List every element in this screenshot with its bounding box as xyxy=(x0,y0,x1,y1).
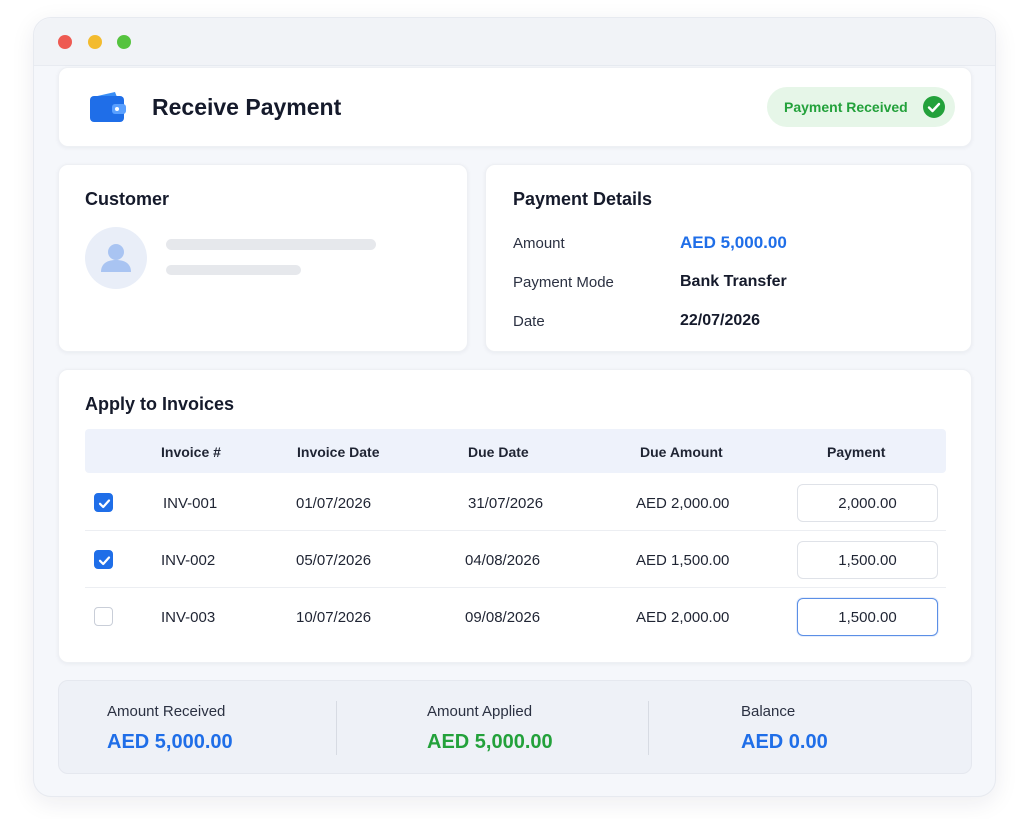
invoice-table-header: Invoice # Invoice Date Due Date Due Amou… xyxy=(85,429,946,473)
amount-value: AED 5,000.00 xyxy=(680,233,787,252)
invoice-date: 10/07/2026 xyxy=(296,609,372,626)
column-header-due-date: Due Date xyxy=(468,444,529,460)
payment-input[interactable] xyxy=(797,598,938,636)
status-badge-label: Payment Received xyxy=(784,99,908,115)
row-checkbox[interactable] xyxy=(94,607,113,626)
check-circle-icon xyxy=(923,96,945,118)
avatar xyxy=(85,227,147,289)
minimize-window-button[interactable] xyxy=(88,35,102,49)
table-row: INV-003 10/07/2026 09/08/2026 AED 2,000.… xyxy=(85,588,946,645)
maximize-window-button[interactable] xyxy=(117,35,131,49)
wallet-icon xyxy=(90,92,126,122)
payment-input[interactable] xyxy=(797,541,938,579)
payment-mode-value: Bank Transfer xyxy=(680,273,787,290)
payment-summary: Amount Received AED 5,000.00 Amount Appl… xyxy=(58,680,972,774)
apply-to-invoices-title: Apply to Invoices xyxy=(85,394,235,414)
app-window: Receive Payment Payment Received Custome… xyxy=(33,17,996,797)
table-row: INV-001 01/07/2026 31/07/2026 AED 2,000.… xyxy=(85,474,946,531)
row-checkbox[interactable] xyxy=(94,493,113,512)
date-value: 22/07/2026 xyxy=(680,312,761,329)
invoice-number: INV-003 xyxy=(161,609,216,626)
column-header-invoice: Invoice # xyxy=(161,444,221,460)
apply-to-invoices-card: Apply to Invoices Invoice # Invoice Date… xyxy=(58,369,972,663)
amount-label: Amount xyxy=(513,235,565,252)
status-badge: Payment Received xyxy=(767,87,955,127)
column-header-payment: Payment xyxy=(827,444,886,460)
divider xyxy=(336,701,337,755)
balance-label: Balance xyxy=(741,703,796,720)
close-window-button[interactable] xyxy=(58,35,72,49)
due-date: 09/08/2026 xyxy=(465,609,541,626)
invoice-date: 01/07/2026 xyxy=(296,495,372,512)
date-label: Date xyxy=(513,313,545,330)
payment-details-card: Payment Details Amount AED 5,000.00 Paym… xyxy=(485,164,972,352)
customer-detail-placeholder xyxy=(166,265,301,275)
row-checkbox[interactable] xyxy=(94,550,113,569)
table-row: INV-002 05/07/2026 04/08/2026 AED 1,500.… xyxy=(85,531,946,588)
title-bar xyxy=(34,18,995,66)
checkmark-icon xyxy=(98,499,111,509)
due-date: 31/07/2026 xyxy=(468,495,544,512)
amount-applied-label: Amount Applied xyxy=(427,703,533,720)
due-amount: AED 2,000.00 xyxy=(636,609,730,626)
column-header-invoice-date: Invoice Date xyxy=(297,444,380,460)
amount-received-value: AED 5,000.00 xyxy=(107,731,233,753)
payment-mode-label: Payment Mode xyxy=(513,274,614,291)
payment-input[interactable] xyxy=(797,484,938,522)
invoice-date: 05/07/2026 xyxy=(296,552,372,569)
checkmark-icon xyxy=(98,556,111,566)
user-icon xyxy=(101,244,131,272)
customer-card: Customer xyxy=(58,164,468,352)
divider xyxy=(648,701,649,755)
due-amount: AED 2,000.00 xyxy=(636,495,730,512)
payment-details-title: Payment Details xyxy=(513,189,653,209)
due-amount: AED 1,500.00 xyxy=(636,552,730,569)
due-date: 04/08/2026 xyxy=(465,552,541,569)
invoice-number: INV-002 xyxy=(161,552,216,569)
amount-applied-value: AED 5,000.00 xyxy=(427,731,553,753)
amount-received-label: Amount Received xyxy=(107,703,226,720)
column-header-due-amount: Due Amount xyxy=(640,444,723,460)
invoice-number: INV-001 xyxy=(163,495,218,512)
balance-value: AED 0.00 xyxy=(741,731,828,753)
header-card: Receive Payment Payment Received xyxy=(58,67,972,147)
page-title: Receive Payment xyxy=(152,94,342,120)
customer-name-placeholder xyxy=(166,239,376,250)
customer-title: Customer xyxy=(85,189,170,209)
